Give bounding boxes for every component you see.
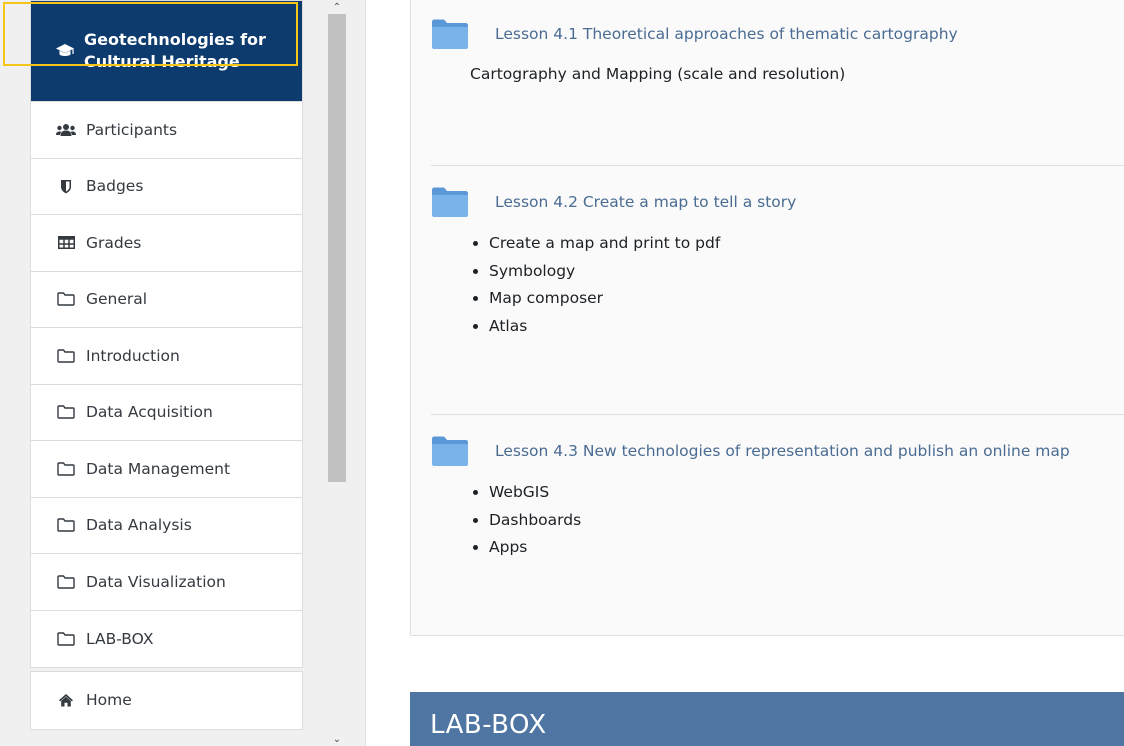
nav-section-introduction[interactable]: Introduction: [31, 328, 302, 385]
table-icon: [55, 236, 77, 250]
list-item: Create a map and print to pdf: [489, 230, 1124, 258]
list-item: Symbology: [489, 258, 1124, 286]
nav-home[interactable]: Home: [31, 672, 302, 729]
activity-divider: [431, 165, 1124, 166]
list-item: Atlas: [489, 313, 1124, 341]
folder-icon: [431, 18, 469, 50]
folder-icon: [55, 575, 77, 589]
nav-badges[interactable]: Badges: [31, 159, 302, 215]
lesson-topic-list: WebGIS Dashboards Apps: [489, 479, 1124, 562]
activity-lesson-4-2: Lesson 4.2 Create a map to tell a story …: [431, 184, 1124, 340]
lesson-topic-list: Create a map and print to pdf Symbology …: [489, 230, 1124, 340]
nav-section-data-management[interactable]: Data Management: [31, 441, 302, 498]
drawer-scrollbar[interactable]: ⌃ ⌄: [326, 0, 348, 746]
nav-label: LAB-BOX: [86, 629, 154, 648]
nav-label: Participants: [86, 120, 178, 139]
nav-section-general[interactable]: General: [31, 272, 302, 328]
lesson-link[interactable]: Lesson 4.2 Create a map to tell a story: [495, 193, 796, 211]
course-index-drawer: Geotechnologies for Cultural Heritage Pa…: [0, 0, 366, 746]
folder-icon: [55, 518, 77, 532]
section-content-card: Lesson 4.1 Theoretical approaches of the…: [410, 0, 1124, 636]
graduation-cap-icon: [55, 43, 75, 59]
list-item: Apps: [489, 534, 1124, 562]
folder-icon: [431, 186, 469, 218]
activity-lesson-4-3: Lesson 4.3 New technologies of represent…: [431, 433, 1124, 562]
scroll-thumb[interactable]: [328, 14, 346, 482]
scroll-down-arrow[interactable]: ⌄: [326, 732, 348, 746]
lesson-summary: Cartography and Mapping (scale and resol…: [470, 65, 846, 83]
nav-section-data-acquisition[interactable]: Data Acquisition: [31, 385, 302, 441]
nav-course-home[interactable]: Geotechnologies for Cultural Heritage: [31, 1, 302, 102]
nav-grades[interactable]: Grades: [31, 215, 302, 272]
nav-label: Data Management: [86, 459, 231, 478]
folder-icon: [431, 435, 469, 467]
folder-icon: [55, 632, 77, 646]
folder-icon: [55, 349, 77, 363]
list-item: Map composer: [489, 285, 1124, 313]
shield-icon: [55, 179, 77, 194]
course-navigation: Geotechnologies for Cultural Heritage Pa…: [30, 0, 303, 668]
lesson-link[interactable]: Lesson 4.3 New technologies of represent…: [495, 442, 1070, 460]
lesson-link[interactable]: Lesson 4.1 Theoretical approaches of the…: [495, 25, 958, 43]
list-item: WebGIS: [489, 479, 1124, 507]
nav-label: Badges: [86, 177, 144, 196]
activity-divider: [431, 414, 1124, 415]
nav-section-lab-box[interactable]: LAB-BOX: [31, 611, 302, 668]
nav-participants[interactable]: Participants: [31, 102, 302, 159]
nav-label: Introduction: [86, 346, 180, 365]
scroll-up-arrow[interactable]: ⌃: [326, 0, 348, 14]
nav-label: Grades: [86, 233, 142, 252]
nav-section-data-visualization[interactable]: Data Visualization: [31, 554, 302, 611]
list-item: Dashboards: [489, 507, 1124, 535]
nav-label: Data Analysis: [86, 516, 192, 535]
folder-icon: [55, 292, 77, 306]
nav-section-data-analysis[interactable]: Data Analysis: [31, 498, 302, 554]
nav-label: Data Acquisition: [86, 403, 213, 422]
folder-icon: [55, 462, 77, 476]
nav-label: Data Visualization: [86, 572, 226, 591]
site-navigation: Home: [30, 671, 303, 730]
activity-lesson-4-1: Lesson 4.1 Theoretical approaches of the…: [431, 16, 1124, 83]
nav-label: General: [86, 290, 148, 309]
users-icon: [55, 123, 77, 137]
folder-icon: [55, 405, 77, 419]
nav-label: Home: [86, 691, 132, 710]
home-icon: [55, 693, 77, 707]
section-heading-lab-box: LAB-BOX: [410, 692, 1124, 746]
nav-course-label: Geotechnologies for Cultural Heritage: [84, 30, 266, 71]
